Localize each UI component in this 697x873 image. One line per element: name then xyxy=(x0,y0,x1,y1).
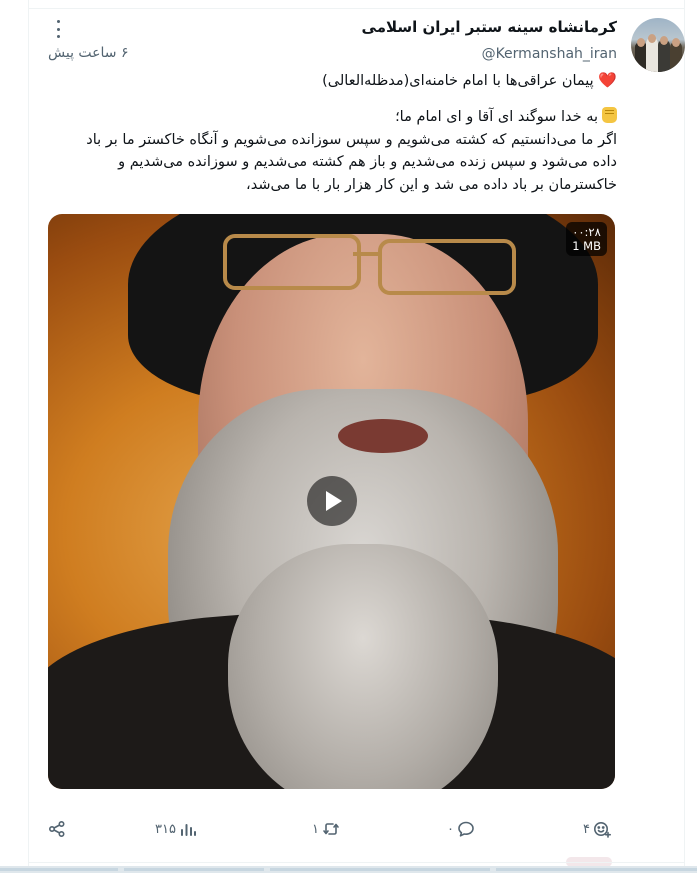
video-size: 1 MB xyxy=(572,239,601,253)
share-icon xyxy=(48,820,65,838)
tweet-body-line: خاکسترمان بر باد داده می شد و این کار هز… xyxy=(246,176,617,193)
author-handle[interactable]: @Kermanshah_iran xyxy=(482,46,617,62)
tweet-title-text: پیمان عراقی‌ها با امام خامنه‌ای(مدظله‌ال… xyxy=(322,73,594,89)
video-frame-beard-front xyxy=(228,544,498,789)
bottom-bar xyxy=(0,866,697,873)
video-frame-glasses xyxy=(223,234,361,290)
post-timestamp[interactable]: ۶ ساعت پیش xyxy=(48,45,129,61)
retweet-icon xyxy=(323,823,339,835)
reply-button[interactable]: ۰ xyxy=(444,820,475,838)
retweet-button[interactable]: ۱ xyxy=(309,820,340,838)
reply-count: ۰ xyxy=(447,821,454,837)
tweet-body: به خدا سوگند ای آقا و ای امام ما؛ اگر ما… xyxy=(49,106,617,196)
bottom-divider xyxy=(28,862,685,863)
like-count: ۴ xyxy=(583,821,590,837)
tweet-body-line: به خدا سوگند ای آقا و ای امام ما؛ xyxy=(49,106,617,129)
share-button[interactable] xyxy=(48,820,66,838)
views-button[interactable]: ۳۱۵ xyxy=(152,820,197,838)
tweet-actions: ۳۱۵ ۱ ۰ ۴ xyxy=(48,820,615,844)
views-icon xyxy=(180,824,196,836)
heart-emoji: ❤️ xyxy=(598,71,617,89)
top-divider xyxy=(28,8,685,9)
raised-fist-emoji xyxy=(602,107,617,123)
tweet-line-title: ❤️ پیمان عراقی‌ها با امام خامنه‌ای(مدظله… xyxy=(49,69,617,93)
play-icon[interactable] xyxy=(307,476,357,526)
like-button[interactable]: ۴ xyxy=(580,820,611,838)
video-frame-glasses xyxy=(378,239,516,295)
video-player[interactable]: ۰۰:۲۸ 1 MB xyxy=(48,214,615,789)
video-info-badge: ۰۰:۲۸ 1 MB xyxy=(566,222,607,256)
views-count: ۳۱۵ xyxy=(155,821,176,837)
video-duration: ۰۰:۲۸ xyxy=(572,225,601,239)
video-frame-mouth xyxy=(338,419,428,453)
tweet-body-line: داده می‌شود و سپس زنده می‌شدیم و باز هم … xyxy=(118,154,617,170)
avatar[interactable] xyxy=(631,18,685,72)
reply-icon xyxy=(458,821,474,837)
retweet-count: ۱ xyxy=(312,821,319,837)
more-options-icon[interactable] xyxy=(50,20,66,38)
like-icon xyxy=(593,822,611,838)
tweet-body-line: اگر ما می‌دانستیم که کشته می‌شویم و سپس … xyxy=(86,131,617,148)
right-border xyxy=(684,0,685,873)
left-border xyxy=(28,0,29,873)
author-name[interactable]: کرمانشاه سینه ستبر ایران اسلامی xyxy=(362,18,617,36)
video-frame-glasses-bridge xyxy=(353,252,381,256)
